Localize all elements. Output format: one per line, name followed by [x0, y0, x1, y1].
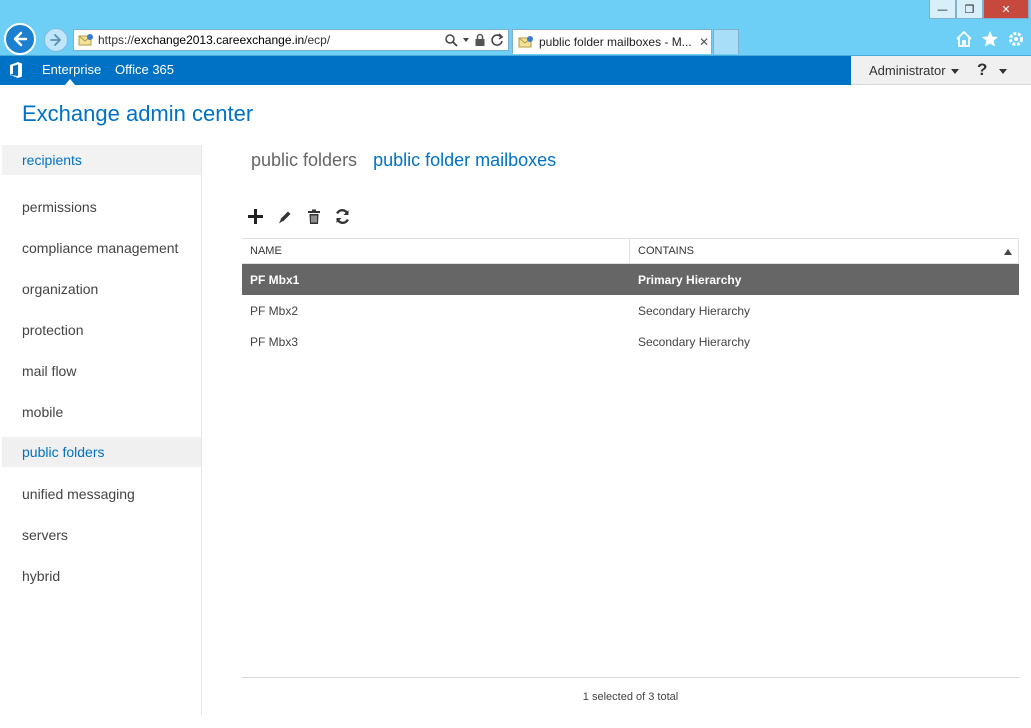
sub-tabs: public folders public folder mailboxes: [251, 150, 556, 171]
back-button[interactable]: [4, 23, 36, 55]
arrow-right-icon: [50, 34, 61, 46]
arrow-left-icon: [13, 31, 28, 47]
forward-button[interactable]: [44, 28, 68, 52]
site-favicon-icon: [78, 34, 93, 46]
add-icon[interactable]: [246, 207, 265, 226]
help-chevron-down-icon[interactable]: [999, 69, 1007, 74]
gear-icon[interactable]: [1007, 30, 1025, 48]
home-icon[interactable]: [955, 30, 973, 48]
favorites-star-icon[interactable]: [981, 30, 999, 48]
nav-item-public-folders[interactable]: public folders: [2, 437, 201, 467]
cell-name: PF Mbx1: [250, 272, 300, 287]
office365-link[interactable]: Office 365: [115, 62, 174, 77]
restore-button[interactable]: ❐: [956, 0, 983, 19]
nav-item-mail-flow[interactable]: mail flow: [2, 350, 201, 391]
nav-item-hybrid[interactable]: hybrid: [2, 555, 201, 596]
nav-item-servers[interactable]: servers: [2, 514, 201, 555]
browser-tab-active[interactable]: public folder mailboxes - M... ✕: [512, 29, 712, 54]
cell-contains: Secondary Hierarchy: [638, 334, 751, 349]
selection-status: 1 selected of 3 total: [242, 677, 1019, 715]
tab-title: public folder mailboxes - M...: [539, 35, 692, 49]
delete-trash-icon[interactable]: [304, 207, 323, 226]
user-menu[interactable]: Administrator: [869, 63, 946, 78]
refresh-icon[interactable]: [490, 33, 504, 47]
user-area: Administrator ?: [851, 56, 1031, 85]
browser-toolbar-icons: [955, 30, 1025, 48]
sort-ascending-icon: [1004, 249, 1012, 255]
grid-header: NAME CONTAINS: [242, 238, 1019, 264]
nav-item-compliance-management[interactable]: compliance management: [2, 227, 201, 268]
office-logo-icon[interactable]: [7, 61, 25, 79]
active-indicator: [65, 79, 75, 85]
table-row[interactable]: PF Mbx2 Secondary Hierarchy: [242, 295, 1019, 326]
cell-name: PF Mbx3: [250, 334, 299, 349]
column-header-name[interactable]: NAME: [242, 239, 630, 263]
mailbox-grid: NAME CONTAINS PF Mbx1 Primary Hierarchy …: [242, 238, 1019, 357]
cell-contains: Secondary Hierarchy: [638, 303, 751, 318]
left-navigation: recipients permissions compliance manage…: [2, 145, 202, 715]
address-tools: [444, 33, 508, 47]
chevron-down-icon[interactable]: [462, 36, 470, 44]
column-header-contains-label: CONTAINS: [638, 245, 695, 257]
tab-public-folder-mailboxes[interactable]: public folder mailboxes: [373, 150, 556, 171]
action-toolbar: [246, 207, 352, 226]
nav-item-organization[interactable]: organization: [2, 268, 201, 309]
lock-icon[interactable]: [474, 33, 486, 47]
address-url[interactable]: https://exchange2013.careexchange.in/ecp…: [98, 33, 330, 47]
nav-item-permissions[interactable]: permissions: [2, 186, 201, 227]
close-window-button[interactable]: ✕: [983, 0, 1029, 19]
table-row[interactable]: PF Mbx3 Secondary Hierarchy: [242, 326, 1019, 357]
nav-item-mobile[interactable]: mobile: [2, 391, 201, 432]
new-tab-button[interactable]: [713, 29, 739, 54]
page-title: Exchange admin center: [22, 101, 254, 126]
help-button[interactable]: ?: [977, 60, 987, 80]
window-controls: — ❐ ✕: [929, 0, 1029, 19]
table-row[interactable]: PF Mbx1 Primary Hierarchy: [242, 264, 1019, 295]
user-chevron-down-icon[interactable]: [951, 69, 959, 74]
refresh-icon[interactable]: [333, 207, 352, 226]
edit-pencil-icon[interactable]: [275, 207, 294, 226]
address-bar[interactable]: https://exchange2013.careexchange.in/ecp…: [73, 29, 509, 51]
cell-name: PF Mbx2: [250, 303, 299, 318]
nav-item-recipients[interactable]: recipients: [2, 145, 201, 175]
tab-close-icon[interactable]: ✕: [699, 35, 709, 49]
search-icon[interactable]: [444, 33, 458, 47]
minimize-button[interactable]: —: [929, 0, 956, 19]
nav-item-unified-messaging[interactable]: unified messaging: [2, 473, 201, 514]
cell-contains: Primary Hierarchy: [638, 272, 742, 287]
column-header-contains[interactable]: CONTAINS: [630, 239, 1018, 263]
tab-favicon-icon: [518, 36, 533, 48]
enterprise-link[interactable]: Enterprise: [42, 62, 101, 77]
tab-public-folders[interactable]: public folders: [251, 150, 357, 171]
nav-item-protection[interactable]: protection: [2, 309, 201, 350]
browser-chrome: — ❐ ✕ https://exchange2013.careexchange.…: [0, 0, 1031, 56]
